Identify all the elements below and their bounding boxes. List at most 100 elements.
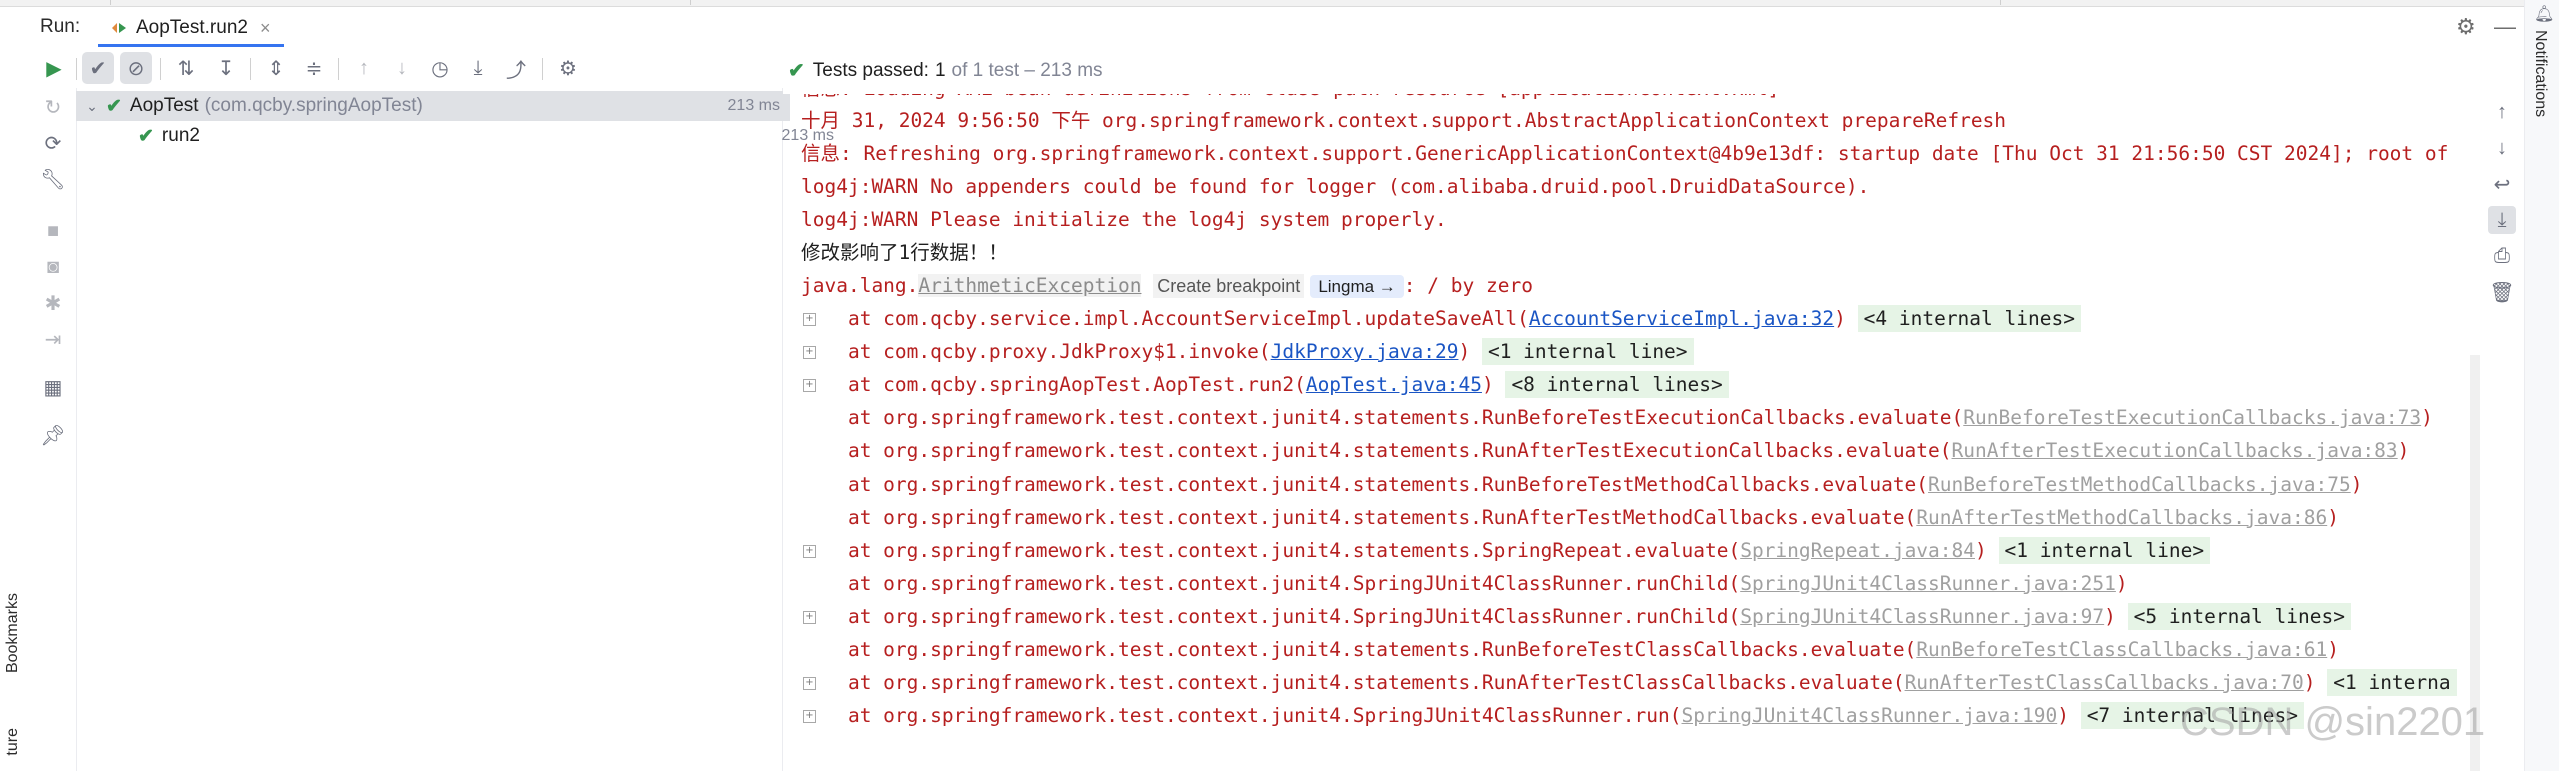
rerun-icon[interactable]: ▶ bbox=[38, 52, 70, 84]
tree-item-duration: 213 ms bbox=[727, 97, 780, 114]
lingma-button[interactable]: Lingma → bbox=[1310, 275, 1404, 298]
sort-by-duration-icon[interactable]: ↧ bbox=[210, 52, 242, 84]
test-history-icon[interactable]: ◷ bbox=[424, 52, 456, 84]
trash-icon[interactable]: 🗑︎ bbox=[2488, 278, 2516, 306]
soft-wrap-icon[interactable]: ↩ bbox=[2488, 170, 2516, 198]
exception-prefix: java.lang. bbox=[801, 274, 919, 297]
camera-icon[interactable]: ◙ bbox=[38, 252, 68, 282]
toggle-autotest-icon[interactable]: ⟳ bbox=[38, 128, 68, 158]
stack-frame: at org.springframework.test.context.juni… bbox=[801, 501, 2339, 534]
chevron-down-icon[interactable]: ⌄ bbox=[84, 98, 100, 115]
fold-expand-icon[interactable]: + bbox=[803, 346, 816, 360]
stack-frame: + at org.springframework.test.context.ju… bbox=[801, 534, 2211, 567]
internal-lines-toggle[interactable]: <4 internal lines> bbox=[1857, 305, 2081, 332]
source-link[interactable]: RunBeforeTestClassCallbacks.java:61 bbox=[1916, 638, 2327, 661]
arrow-up-icon[interactable]: ↑ bbox=[2488, 98, 2516, 126]
stack-frame-close: ) bbox=[1458, 340, 1471, 364]
editor-tab[interactable] bbox=[290, 0, 691, 5]
collapse-all-icon[interactable]: ≑ bbox=[298, 52, 330, 84]
fold-expand-icon[interactable]: + bbox=[803, 610, 816, 624]
internal-lines-toggle[interactable]: <1 internal line> bbox=[1481, 338, 1694, 366]
notifications-tab[interactable]: Notifications bbox=[2531, 30, 2549, 117]
stop-icon[interactable]: ■ bbox=[38, 216, 68, 246]
tree-item-label: AopTest bbox=[129, 95, 199, 116]
console-line: log4j:WARN No appenders could be found f… bbox=[801, 175, 1870, 198]
tree-item-aoptest[interactable]: ⌄ ✔ AopTest (com.qcby.springAopTest) 213… bbox=[76, 91, 790, 121]
source-link[interactable]: JdkProxy.java:29 bbox=[1271, 340, 1459, 363]
stack-frame-text: at org.springframework.test.context.juni… bbox=[801, 704, 1682, 728]
previous-failed-icon[interactable]: ↑ bbox=[348, 52, 380, 84]
import-tests-icon[interactable]: ⤓ bbox=[462, 52, 494, 84]
fold-expand-icon[interactable]: + bbox=[803, 677, 816, 691]
stack-frame: at org.springframework.test.context.juni… bbox=[801, 434, 2409, 467]
source-link[interactable]: RunAfterTestClassCallbacks.java:70 bbox=[1905, 671, 2304, 694]
check-icon: ✔ bbox=[106, 95, 122, 117]
print-icon[interactable]: ⎙ bbox=[2488, 242, 2516, 270]
export-results-icon[interactable]: ⤴ bbox=[500, 52, 532, 84]
tree-item-run2[interactable]: ✔ run2 213 ms bbox=[76, 121, 844, 151]
stack-frame-close: ) bbox=[2327, 638, 2339, 661]
fold-expand-icon[interactable]: + bbox=[803, 313, 816, 326]
close-icon[interactable]: × bbox=[260, 18, 271, 39]
next-failed-icon[interactable]: ↓ bbox=[386, 52, 418, 84]
fold-expand-icon[interactable]: + bbox=[803, 379, 816, 393]
internal-lines-toggle[interactable]: <5 internal lines> bbox=[2127, 602, 2351, 630]
bell-icon[interactable]: 🔔︎ bbox=[2534, 4, 2554, 24]
editor-tab[interactable] bbox=[1540, 0, 2001, 5]
gear-icon[interactable]: ⚙ bbox=[2456, 14, 2476, 40]
stack-frame-close: ) bbox=[1834, 307, 1846, 330]
source-link[interactable]: SpringJUnit4ClassRunner.java:251 bbox=[1740, 572, 2116, 595]
bookmarks-tab[interactable]: Bookmarks bbox=[4, 593, 22, 673]
notifications-strip: 🔔︎ Notifications bbox=[2524, 0, 2559, 771]
expand-all-icon[interactable]: ⇕ bbox=[260, 52, 292, 84]
internal-lines-toggle[interactable]: <8 internal lines> bbox=[1505, 371, 1729, 399]
stack-frame-close: ) bbox=[2115, 571, 2128, 595]
exit-icon[interactable]: ⇥ bbox=[38, 324, 68, 354]
debug-icon[interactable]: ✱ bbox=[38, 288, 68, 318]
source-link[interactable]: SpringJUnit4ClassRunner.java:97 bbox=[1740, 605, 2104, 628]
stack-frame-text: at com.qcby.service.impl.AccountServiceI… bbox=[801, 307, 1529, 330]
scroll-to-end-icon[interactable]: ⤓ bbox=[2488, 206, 2516, 234]
source-link[interactable]: RunAfterTestExecutionCallbacks.java:83 bbox=[1952, 439, 2398, 462]
source-link[interactable]: AopTest.java:45 bbox=[1306, 373, 1482, 396]
structure-tab[interactable]: ture bbox=[4, 728, 22, 756]
stack-frame: + at org.springframework.test.context.ju… bbox=[801, 600, 2351, 633]
settings-icon[interactable]: ⚙ bbox=[552, 52, 584, 84]
run-tab-aoptest-run2[interactable]: AopTest.run2 × bbox=[98, 12, 285, 47]
stack-frame: + at com.qcby.service.impl.AccountServic… bbox=[801, 302, 2081, 335]
show-ignored-icon[interactable]: ⊘ bbox=[120, 52, 152, 84]
stack-frame: + at org.springframework.test.context.ju… bbox=[801, 666, 2457, 699]
toolbar-separator bbox=[338, 58, 339, 80]
create-breakpoint-link[interactable]: Create breakpoint bbox=[1153, 274, 1305, 298]
layout-icon[interactable]: ▦ bbox=[38, 372, 68, 402]
source-link[interactable]: RunBeforeTestExecutionCallbacks.java:73 bbox=[1963, 406, 2421, 429]
source-link[interactable]: SpringRepeat.java:84 bbox=[1740, 539, 1975, 562]
arrow-down-icon[interactable]: ↓ bbox=[2488, 134, 2516, 162]
stack-frame-text: at org.springframework.test.context.juni… bbox=[801, 538, 1741, 562]
run-tab-title: AopTest.run2 bbox=[136, 17, 248, 38]
sort-alphabetically-icon[interactable]: ⇅ bbox=[170, 52, 202, 84]
source-link[interactable]: RunAfterTestMethodCallbacks.java:86 bbox=[1916, 506, 2327, 529]
source-link[interactable]: SpringJUnit4ClassRunner.java:190 bbox=[1682, 704, 2058, 727]
stack-frame-close: ) bbox=[2421, 406, 2433, 430]
source-link[interactable]: RunBeforeTestMethodCallbacks.java:75 bbox=[1928, 473, 2351, 496]
toolbar-separator bbox=[542, 58, 543, 80]
wrench-icon[interactable]: 🔧︎ bbox=[38, 164, 68, 194]
stack-frame: at org.springframework.test.context.juni… bbox=[801, 567, 2128, 600]
console-output[interactable]: 信息: Loading XML bean definitions from cl… bbox=[783, 88, 2483, 771]
internal-lines-toggle[interactable]: <1 internal line> bbox=[1998, 536, 2211, 564]
internal-lines-toggle[interactable]: <1 interna bbox=[2327, 669, 2457, 697]
exception-class-link[interactable]: ArithmeticException bbox=[918, 274, 1142, 297]
fold-expand-icon[interactable]: + bbox=[803, 544, 816, 558]
minus-icon[interactable]: — bbox=[2494, 14, 2516, 40]
fold-expand-icon[interactable]: + bbox=[803, 710, 816, 724]
source-link[interactable]: AccountServiceImpl.java:32 bbox=[1529, 307, 1834, 330]
show-passed-icon[interactable]: ✔ bbox=[82, 52, 114, 84]
stack-frame: + at com.qcby.springAopTest.AopTest.run2… bbox=[801, 368, 1729, 401]
editor-tab[interactable] bbox=[0, 0, 111, 5]
console-line: 信息: Refreshing org.springframework.conte… bbox=[801, 142, 2449, 165]
stack-frame: at org.springframework.test.context.juni… bbox=[801, 468, 2362, 501]
rerun-failed-icon[interactable]: ↻ bbox=[38, 92, 68, 122]
console-top-edge bbox=[783, 88, 2483, 94]
pin-icon[interactable]: 📌︎ bbox=[38, 420, 68, 450]
